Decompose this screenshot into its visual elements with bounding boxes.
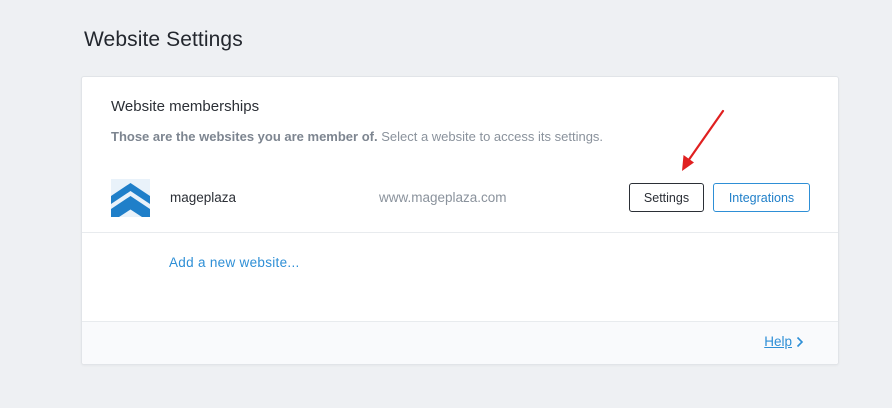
section-title: Website memberships (111, 98, 260, 115)
help-link-label: Help (764, 334, 792, 349)
page: Website Settings Website memberships Tho… (0, 0, 892, 408)
website-memberships-card: Website memberships Those are the websit… (81, 76, 839, 365)
integrations-button[interactable]: Integrations (713, 183, 810, 212)
page-title: Website Settings (84, 28, 243, 51)
website-row: mageplaza www.mageplaza.com Settings Int… (82, 171, 838, 233)
website-name: mageplaza (170, 190, 237, 205)
settings-button[interactable]: Settings (629, 183, 704, 212)
section-description-rest: Select a website to access its settings. (377, 129, 604, 144)
section-description: Those are the websites you are member of… (111, 129, 603, 144)
website-url: www.mageplaza.com (379, 190, 507, 205)
card-footer: Help (82, 321, 838, 364)
chevron-right-icon (796, 336, 804, 348)
add-new-website-link[interactable]: Add a new website... (169, 255, 300, 270)
help-link[interactable]: Help (764, 334, 804, 349)
section-description-bold: Those are the websites you are member of… (111, 129, 378, 144)
mageplaza-logo-icon (111, 179, 150, 217)
